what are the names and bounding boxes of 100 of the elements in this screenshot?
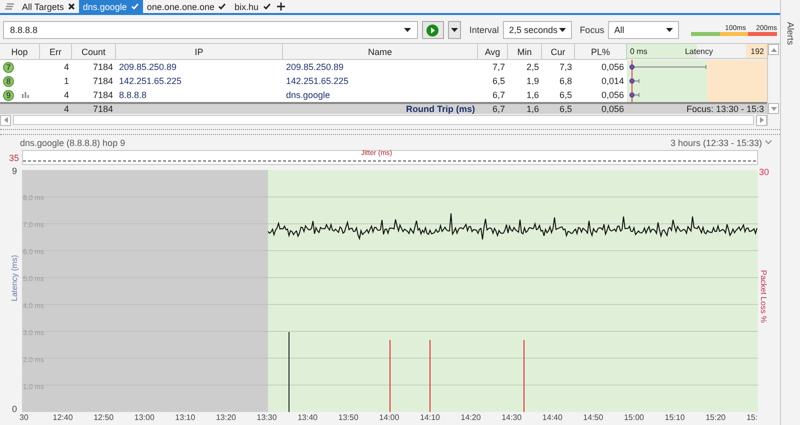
column-header[interactable]: PL% [575, 44, 627, 60]
column-header[interactable]: Cur [542, 44, 575, 60]
play-icon [426, 24, 440, 36]
check-icon [262, 3, 271, 10]
table-cell: 1,6 [508, 88, 542, 102]
scroll-down-button[interactable] [768, 103, 779, 114]
table-cell: 7,3 [542, 60, 575, 74]
start-button[interactable] [422, 21, 444, 39]
table-cell: 209.85.250.89 [116, 60, 283, 74]
graph-title: dns.google (8.8.8.8) hop 9 [20, 138, 126, 148]
horizontal-scrollbar[interactable] [13, 115, 754, 125]
hop-number: 8 [3, 76, 14, 86]
right-arrow-icon [760, 117, 764, 123]
scroll-left-button[interactable] [0, 114, 11, 126]
x-axis-label: 15: [746, 413, 758, 422]
latency-max: 192 [750, 46, 764, 56]
latency-min: 0 ms [630, 46, 648, 56]
interval-label: Interval [469, 25, 499, 35]
table-cell: 1,6 [508, 102, 542, 114]
y-axis-title: Latency (ms) [10, 255, 19, 302]
column-header[interactable]: IP [116, 44, 283, 60]
column-header[interactable]: Min [508, 44, 542, 60]
table-cell: 4 [40, 102, 72, 114]
column-header[interactable]: Avg [478, 44, 508, 60]
table-cell: 4 [40, 88, 72, 102]
focus-select[interactable]: All [608, 21, 679, 39]
table-cell: dns.google [283, 88, 478, 102]
jitter-max: 35 [8, 152, 20, 165]
table-cell [0, 102, 40, 114]
table-cell: 0,056 [575, 102, 627, 114]
x-axis-label: 15:00 [624, 413, 644, 422]
target-tab[interactable]: dns.google [78, 0, 143, 13]
table-cell: 6,5 [542, 102, 575, 114]
table-cell: 0,056 [575, 88, 627, 102]
loss-axis-title: Packet Loss % [759, 270, 768, 324]
table-cell: 4 [40, 60, 72, 74]
scroll-right-button[interactable] [756, 114, 767, 126]
table-cell: 7184 [72, 74, 116, 88]
x-axis-label: 15:20 [706, 413, 726, 422]
table-cell: 6,5 [542, 88, 575, 102]
target-tab[interactable]: bix.hu [230, 0, 275, 13]
x-axis-label: 14:00 [379, 413, 400, 422]
x-axis-label: 14:20 [460, 413, 481, 422]
x-axis-label: 14:30 [502, 413, 522, 422]
x-axis-label: 12:40 [52, 413, 73, 422]
x-axis-label: 14:50 [583, 413, 604, 422]
x-axis-label: 13:00 [134, 413, 154, 422]
check-icon [218, 3, 226, 10]
caret-icon [451, 28, 458, 32]
latency-title: Latency [684, 46, 713, 56]
scroll-up-button[interactable] [768, 44, 779, 55]
x-axis-label: 14:40 [542, 413, 562, 422]
add-icon[interactable] [274, 0, 287, 13]
x-axis-label: 13:40 [298, 413, 318, 422]
column-header[interactable]: Count [72, 44, 116, 60]
table-cell: 7,7 [478, 60, 508, 74]
focus-label: Focus [580, 25, 604, 35]
chevron-icon[interactable] [765, 140, 772, 146]
column-header[interactable]: Hop [0, 44, 40, 60]
table-cell: 1 [40, 74, 72, 88]
column-header[interactable]: Err [40, 44, 72, 60]
latency-header[interactable]: 0 ms Latency 192 [627, 44, 767, 59]
interval-select[interactable]: 2,5 seconds [502, 21, 572, 39]
table-cell: Focus: 13:30 - 15:3 [627, 102, 767, 114]
close-icon[interactable] [68, 3, 75, 10]
table-cell: 8.8.8.8 [116, 88, 283, 102]
caret-icon [404, 28, 412, 32]
table-cell: 1,9 [508, 74, 542, 88]
table-cell: 6,5 [478, 74, 508, 88]
table-cell: 6,7 [478, 102, 508, 114]
y-axis-max: 9 [12, 166, 18, 176]
y-axis-min: 0 [12, 404, 18, 414]
caret-icon [558, 28, 566, 32]
target-tab[interactable]: All Targets [18, 0, 79, 13]
table-cell: 7184 [72, 88, 116, 102]
x-axis-label: 12:50 [94, 413, 114, 422]
down-arrow-icon [770, 106, 776, 110]
table-cell: 7184 [72, 102, 116, 114]
up-arrow-icon [770, 48, 776, 52]
target-tab[interactable]: one.one.one.one [142, 0, 230, 13]
left-arrow-icon [4, 117, 8, 123]
table-cell: 7184 [72, 60, 116, 74]
check-icon [130, 3, 139, 10]
table-cell: 6,7 [478, 88, 508, 102]
x-axis-label: 13:20 [216, 413, 236, 422]
loss-axis-max: 30 [759, 167, 770, 178]
target-field[interactable]: 8.8.8.8 [3, 21, 418, 39]
table-cell: 142.251.65.225 [283, 74, 478, 88]
table-cell: 6,8 [542, 74, 575, 88]
time-range: 3 hours (12:33 - 15:33) [670, 138, 762, 148]
x-axis-label: 30 [20, 413, 28, 422]
alerts-tab[interactable]: Alerts [786, 22, 796, 46]
column-header[interactable]: Name [283, 44, 478, 60]
start-options-button[interactable] [448, 21, 462, 39]
table-cell: 0,014 [575, 74, 627, 88]
table-cell: 209.85.250.89 [283, 60, 478, 74]
table-cell: 142.251.65.225 [116, 74, 283, 88]
bar-chart-icon[interactable] [22, 92, 29, 98]
caret-icon [666, 28, 673, 32]
hop-number: 7 [3, 62, 14, 72]
